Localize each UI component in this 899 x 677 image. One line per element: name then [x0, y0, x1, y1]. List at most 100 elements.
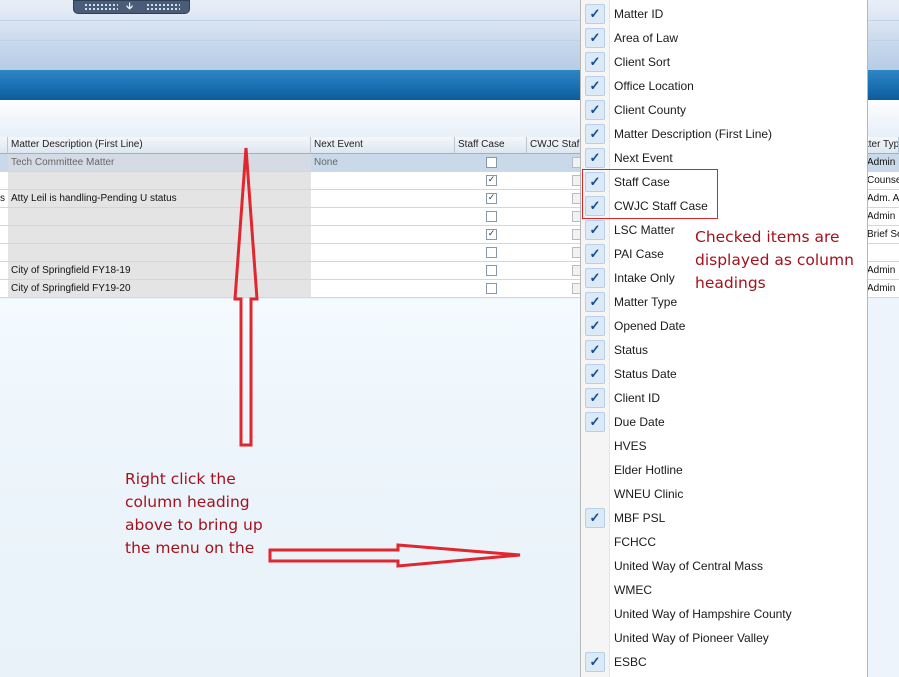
menu-item[interactable]: United Way of Central Mass: [581, 554, 866, 578]
cell-left-fragment: s: [0, 193, 5, 204]
menu-item-label: Matter ID: [614, 7, 664, 21]
cell-matter-type: Counse: [867, 175, 899, 186]
checkmark-icon: ✓: [585, 52, 605, 72]
menu-item[interactable]: ✓ Client ID: [581, 386, 866, 410]
menu-item[interactable]: ✓ ESBC: [581, 650, 866, 674]
menu-item-label: Matter Description (First Line): [614, 127, 773, 141]
cell-left-fragment: [0, 280, 8, 297]
menu-item-label: Client Sort: [614, 55, 671, 69]
cell-left-fragment: [0, 154, 8, 171]
cell-matter-description: [8, 244, 311, 261]
staff-case-checkbox[interactable]: [486, 211, 497, 222]
menu-item[interactable]: HVES: [581, 434, 866, 458]
staff-case-checkbox[interactable]: ✓: [486, 193, 497, 204]
menu-item-label: United Way of Pioneer Valley: [614, 631, 769, 645]
grid-empty-area: [0, 299, 585, 677]
checkmark-icon: ✓: [585, 412, 605, 432]
menu-item[interactable]: ✓ MBF PSL: [581, 506, 866, 530]
menu-item[interactable]: ✓ Opened Date: [581, 314, 866, 338]
column-header-next-event[interactable]: Next Event: [311, 137, 455, 154]
menu-item[interactable]: WNEU Clinic: [581, 482, 866, 506]
grip-dots-right: [146, 3, 180, 11]
menu-item[interactable]: FCHCC: [581, 530, 866, 554]
menu-item[interactable]: United Way of Pioneer Valley: [581, 626, 866, 650]
cell-left-fragment: [0, 226, 8, 243]
cell-next-event: None: [314, 157, 338, 168]
menu-item[interactable]: Elder Hotline: [581, 458, 866, 482]
staff-case-checkbox[interactable]: [486, 283, 497, 294]
menu-item[interactable]: ✓ Matter Description (First Line): [581, 122, 866, 146]
cell-next-event: [311, 208, 455, 225]
menu-item[interactable]: ✓ Area of Law: [581, 26, 866, 50]
menu-item[interactable]: ✓ Client Sort: [581, 50, 866, 74]
menu-item-label: LSC Matter: [614, 223, 675, 237]
column-header-cwjc-staff-case[interactable]: CWJC Staf: [527, 137, 585, 154]
cell-next-event: [311, 280, 455, 297]
menu-item-label: WMEC: [614, 583, 652, 597]
menu-item-label: HVES: [614, 439, 647, 453]
checkmark-icon: ✓: [585, 100, 605, 120]
menu-item-label: Opened Date: [614, 319, 686, 333]
cell-matter-description: [8, 172, 311, 189]
checkmark-icon: ✓: [585, 244, 605, 264]
menu-item-label: Matter Type: [614, 295, 678, 309]
cell-left-fragment: [0, 208, 8, 225]
menu-item-label: Client ID: [614, 391, 661, 405]
menu-item[interactable]: ✓ Status: [581, 338, 866, 362]
menu-item-label: Status: [614, 343, 649, 357]
column-header-matter-description[interactable]: Matter Description (First Line): [8, 137, 311, 154]
menu-item[interactable]: ✓ Status Date: [581, 362, 866, 386]
menu-item-label: Next Event: [614, 151, 673, 165]
menu-item[interactable]: United Way of Hampshire County: [581, 602, 866, 626]
highlight-box-staff-columns: [582, 169, 718, 219]
menu-item[interactable]: ✓ Client County: [581, 98, 866, 122]
cell-matter-description: City of Springfield FY18-19: [8, 262, 311, 279]
column-chooser-context-menu: ✓ Matter ID ✓ Area of Law ✓ Client Sort ✓ Offic…: [580, 0, 868, 677]
checkmark-icon: ✓: [585, 652, 605, 672]
cell-next-event: [311, 262, 455, 279]
menu-item[interactable]: ✓ Matter ID: [581, 2, 866, 26]
menu-item-label: Area of Law: [614, 31, 679, 45]
checkmark-icon: ✓: [585, 268, 605, 288]
column-header-matter-type[interactable]: tter Typ: [865, 137, 899, 154]
checkmark-icon: ✓: [585, 292, 605, 312]
menu-item[interactable]: ✓ Due Date: [581, 410, 866, 434]
checkmark-icon: ✓: [585, 316, 605, 336]
cell-matter-description: Atty Leil is handling-Pending U status: [8, 190, 311, 207]
menu-item-label: Due Date: [614, 415, 665, 429]
menu-item-label: MBF PSL: [614, 511, 666, 525]
menu-item-label: PAI Case: [614, 247, 664, 261]
menu-item[interactable]: ✓ Office Location: [581, 74, 866, 98]
collapse-grip-handle[interactable]: 🡳: [73, 0, 190, 14]
cell-matter-description: City of Springfield FY19-20: [8, 280, 311, 297]
menu-item-label: Status Date: [614, 367, 677, 381]
staff-case-checkbox[interactable]: ✓: [486, 175, 497, 186]
cell-left-fragment: [0, 262, 8, 279]
grip-dots-left: [84, 3, 118, 11]
cell-next-event: [311, 190, 455, 207]
menu-item-label: Office Location: [614, 79, 694, 93]
annotation-right-click: Right click the column heading above to …: [125, 470, 263, 557]
cell-matter-type: Adm. A: [867, 193, 899, 204]
cell-left-fragment: [0, 172, 8, 189]
staff-case-checkbox[interactable]: [486, 265, 497, 276]
menu-item[interactable]: ✓ Next Event: [581, 146, 866, 170]
checkmark-icon: ✓: [585, 220, 605, 240]
menu-item-label: Client County: [614, 103, 687, 117]
column-header-staff-case[interactable]: Staff Case: [455, 137, 527, 154]
checkmark-icon: ✓: [585, 76, 605, 96]
cell-matter-type: Admin: [867, 211, 896, 222]
checkmark-icon: ✓: [585, 28, 605, 48]
menu-item-label: United Way of Hampshire County: [614, 607, 792, 621]
cell-matter-description: Tech Committee Matter: [8, 154, 311, 171]
menu-item-label: Intake Only: [614, 271, 675, 285]
cell-next-event: [311, 226, 455, 243]
checkmark-icon: ✓: [585, 124, 605, 144]
menu-item[interactable]: WMEC: [581, 578, 866, 602]
column-header-stub[interactable]: [0, 137, 8, 154]
cell-next-event: [311, 244, 455, 261]
checkmark-icon: ✓: [585, 364, 605, 384]
staff-case-checkbox[interactable]: [486, 247, 497, 258]
staff-case-checkbox[interactable]: [486, 157, 497, 168]
staff-case-checkbox[interactable]: ✓: [486, 229, 497, 240]
